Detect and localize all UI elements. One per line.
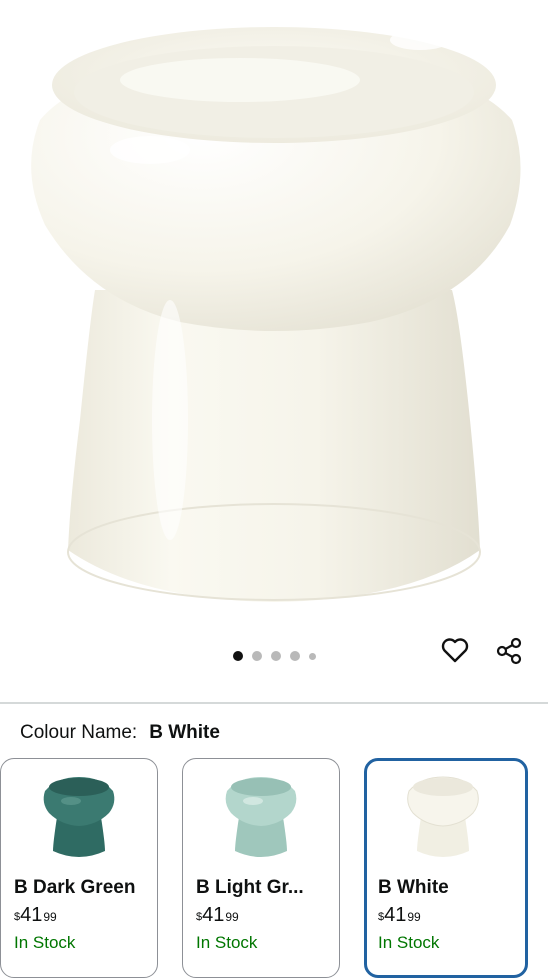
currency-symbol: $ <box>196 911 203 923</box>
currency-symbol: $ <box>14 911 21 923</box>
colour-selection-label: Colour Name: B White <box>20 722 220 744</box>
swatch-stock-status: In Stock <box>196 933 258 952</box>
carousel-dot[interactable] <box>308 652 316 660</box>
share-icon <box>496 637 522 665</box>
price-fraction: 99 <box>407 910 421 924</box>
carousel-dot[interactable] <box>251 651 262 661</box>
swatch-name: B White <box>378 877 449 898</box>
price-fraction: 99 <box>43 910 57 924</box>
swatch-thumbnail <box>407 776 479 857</box>
swatch-thumbnail <box>43 777 115 857</box>
product-image[interactable] <box>0 0 548 700</box>
swatch-stock-status: In Stock <box>14 933 76 952</box>
carousel-dot[interactable] <box>232 651 243 661</box>
price-whole: 41 <box>384 904 407 926</box>
heart-icon <box>441 638 469 663</box>
currency-symbol: $ <box>378 911 385 923</box>
variation-option-dark-green[interactable]: B Dark Green $4199 In Stock <box>0 758 158 978</box>
variation-option-white[interactable]: B White $4199 In Stock <box>364 758 528 978</box>
colour-selected-value: B White <box>149 722 220 743</box>
price-fraction: 99 <box>225 910 239 924</box>
carousel-dot[interactable] <box>270 651 281 661</box>
swatch-name: B Light Gr... <box>196 877 304 898</box>
variation-option-light-green[interactable]: B Light Gr... $4199 In Stock <box>182 758 340 978</box>
colour-label: Colour Name: <box>20 722 138 743</box>
price-whole: 41 <box>202 904 225 926</box>
swatch-price: $4199 <box>378 903 421 927</box>
wishlist-button[interactable] <box>441 637 477 673</box>
share-button[interactable] <box>495 637 531 673</box>
bowl-image <box>31 27 521 602</box>
price-whole: 41 <box>20 904 43 926</box>
swatch-thumbnail <box>225 777 297 857</box>
swatch-stock-status: In Stock <box>378 933 440 952</box>
swatch-price: $4199 <box>14 903 57 927</box>
swatch-price: $4199 <box>196 903 239 927</box>
carousel-dot[interactable] <box>289 651 300 661</box>
swatch-name: B Dark Green <box>14 877 136 898</box>
section-divider <box>0 702 548 704</box>
